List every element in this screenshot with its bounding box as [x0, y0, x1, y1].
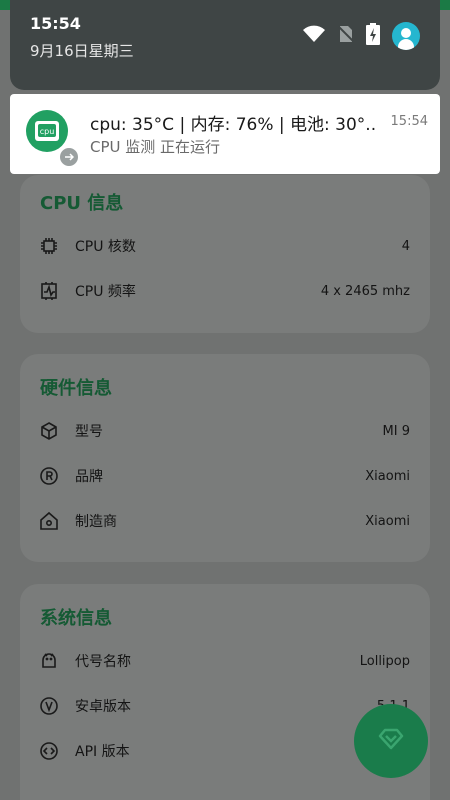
status-icons: [302, 22, 420, 50]
clock-time: 15:54: [30, 14, 81, 33]
notification-small-badge-icon: [58, 146, 80, 168]
cpu-cores-label: CPU 核数: [75, 239, 136, 255]
code-icon: [38, 740, 60, 762]
cpu-frequency-value: 4 x 2465 mhz: [320, 283, 410, 299]
cpu-frequency-icon: [38, 280, 60, 302]
cpu-cores-row[interactable]: CPU 核数 4: [38, 231, 410, 261]
android-version-row[interactable]: 安卓版本 5.1.1: [38, 691, 410, 721]
cpu-cores-value: 4: [401, 238, 410, 254]
cpu-chip-icon: [38, 235, 60, 257]
notification-shade-header: 15:54 9月16日星期三: [10, 0, 440, 90]
version-icon: [38, 695, 60, 717]
cpu-monitor-app-icon: cpu: [26, 110, 68, 152]
manufacturer-value: Xiaomi: [365, 513, 410, 529]
cpu-frequency-row[interactable]: CPU 频率 4 x 2465 mhz: [38, 276, 410, 306]
hardware-info-title: 硬件信息: [40, 378, 112, 399]
codename-value: Lollipop: [359, 653, 410, 669]
codename-row[interactable]: 代号名称 Lollipop: [38, 646, 410, 676]
hardware-info-card: 硬件信息 型号 MI 9 品牌 Xiaomi 制造商 Xiaomi: [20, 354, 430, 562]
account-avatar-icon[interactable]: [392, 22, 420, 50]
notification-title: cpu: 35°C | 内存: 76% | 电池: 30°..: [90, 115, 377, 135]
brand-value: Xiaomi: [365, 468, 410, 484]
cpu-monitor-notification[interactable]: cpu cpu: 35°C | 内存: 76% | 电池: 30°.. CPU …: [10, 94, 440, 174]
manufacturer-label: 制造商: [75, 514, 117, 530]
floating-action-button[interactable]: [354, 704, 428, 778]
home-icon: [38, 510, 60, 532]
brand-label: 品牌: [75, 469, 103, 485]
cpu-info-card: CPU 信息 CPU 核数 4 CPU 频率 4 x 2465 mhz: [20, 175, 430, 333]
clock-date[interactable]: 9月16日星期三: [30, 40, 134, 61]
notification-time: 15:54: [390, 114, 428, 129]
brand-row[interactable]: 品牌 Xiaomi: [38, 461, 410, 491]
cpu-info-title: CPU 信息: [40, 193, 124, 214]
cube-icon: [38, 420, 60, 442]
cpu-frequency-label: CPU 频率: [75, 284, 136, 300]
model-row[interactable]: 型号 MI 9: [38, 416, 410, 446]
model-value: MI 9: [382, 423, 410, 439]
wifi-icon: [302, 25, 326, 47]
no-sim-icon: [337, 24, 355, 48]
android-icon: [38, 650, 60, 672]
svg-text:cpu: cpu: [40, 127, 55, 136]
codename-label: 代号名称: [75, 654, 131, 670]
battery-charging-icon: [366, 23, 380, 49]
system-info-title: 系统信息: [40, 608, 112, 629]
android-version-label: 安卓版本: [75, 699, 131, 715]
manufacturer-row[interactable]: 制造商 Xiaomi: [38, 506, 410, 536]
notification-subtitle: CPU 监测 正在运行: [90, 138, 221, 156]
registered-icon: [38, 465, 60, 487]
model-label: 型号: [75, 424, 103, 440]
diamond-chevron-icon: [376, 724, 406, 758]
